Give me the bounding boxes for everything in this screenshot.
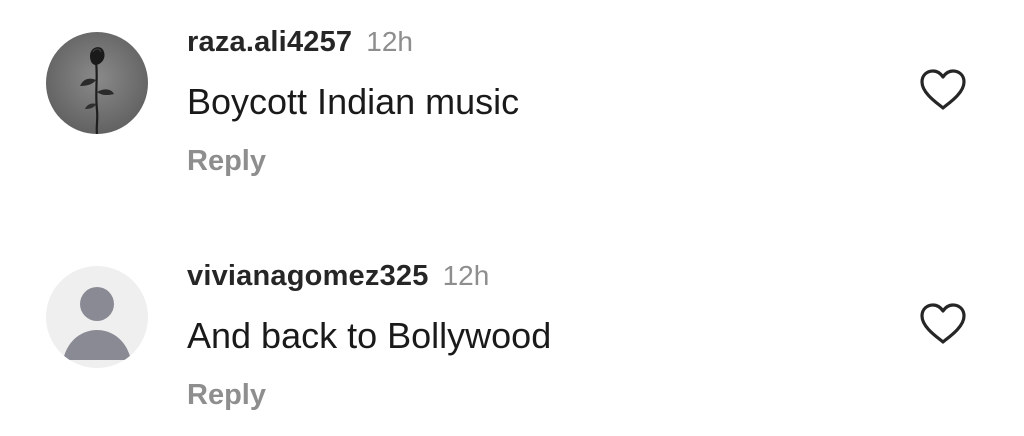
comment-item: vivianagomez325 12h And back to Bollywood…: [0, 256, 1024, 436]
comment-header: vivianagomez325 12h: [187, 262, 489, 291]
username[interactable]: raza.ali4257: [187, 26, 352, 58]
comment-text: And back to Bollywood: [187, 315, 552, 356]
comment-item: raza.ali4257 12h Boycott Indian music Rep…: [0, 22, 1024, 202]
comment-header: raza.ali4257 12h: [187, 28, 413, 57]
username[interactable]: vivianagomez325: [187, 260, 429, 292]
rose-photo-icon: [46, 32, 148, 134]
timestamp: 12h: [442, 260, 490, 291]
default-user-icon: [46, 266, 148, 368]
like-button[interactable]: [918, 68, 968, 112]
avatar[interactable]: [46, 32, 148, 134]
reply-button[interactable]: Reply: [187, 381, 266, 410]
like-button[interactable]: [918, 302, 968, 346]
heart-outline-icon: [920, 69, 966, 110]
reply-button[interactable]: Reply: [187, 147, 266, 176]
comment-text: Boycott Indian music: [187, 81, 520, 122]
heart-outline-icon: [920, 303, 966, 344]
avatar[interactable]: [46, 266, 148, 368]
timestamp: 12h: [366, 26, 413, 57]
